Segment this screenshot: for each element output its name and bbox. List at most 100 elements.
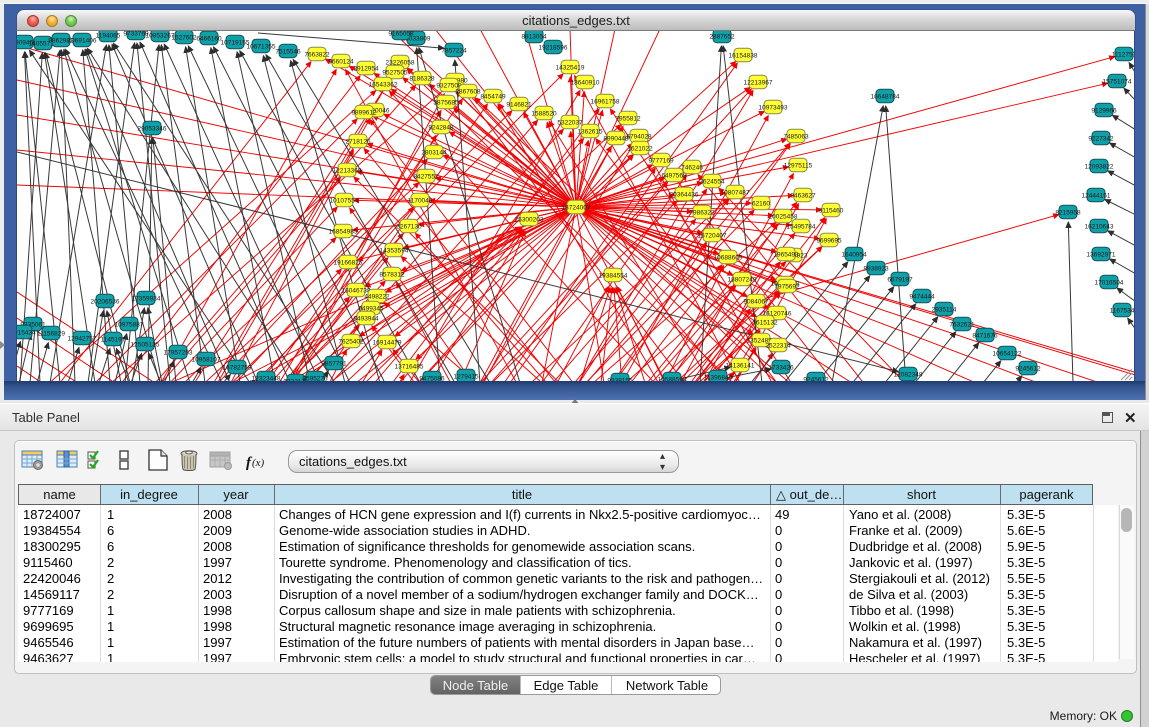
svg-text:11156829: 11156829 xyxy=(37,330,65,337)
svg-text:5322037: 5322037 xyxy=(557,119,583,126)
svg-text:16914479: 16914479 xyxy=(373,339,402,346)
svg-text:12975115: 12975115 xyxy=(784,162,813,169)
svg-text:7955812: 7955812 xyxy=(615,115,641,122)
svg-text:25300203: 25300203 xyxy=(515,216,544,223)
svg-text:19166825: 19166825 xyxy=(334,259,363,266)
svg-text:9165058: 9165058 xyxy=(388,31,414,37)
svg-text:9227342: 9227342 xyxy=(1088,135,1114,142)
svg-text:14325419: 14325419 xyxy=(556,64,585,71)
svg-text:20206536: 20206536 xyxy=(91,298,120,305)
svg-text:7515546: 7515546 xyxy=(275,48,301,55)
svg-text:15751074: 15751074 xyxy=(1103,78,1132,85)
svg-text:8938923: 8938923 xyxy=(863,265,889,272)
svg-text:10107554: 10107554 xyxy=(330,197,359,204)
svg-text:1279415: 1279415 xyxy=(453,373,479,380)
svg-text:9242848: 9242848 xyxy=(428,124,454,131)
svg-text:13716485: 13716485 xyxy=(395,363,424,370)
svg-text:3267130: 3267130 xyxy=(396,223,422,230)
svg-text:9463627: 9463627 xyxy=(790,192,816,199)
svg-text:9660124: 9660124 xyxy=(328,58,354,65)
svg-text:2522314: 2522314 xyxy=(765,342,791,349)
svg-text:7857224: 7857224 xyxy=(441,47,467,54)
svg-text:3624554: 3624554 xyxy=(699,178,725,185)
svg-text:9115460: 9115460 xyxy=(819,207,844,214)
svg-text:8578312: 8578312 xyxy=(379,271,405,278)
svg-text:20691406: 20691406 xyxy=(68,37,97,44)
svg-text:10958107: 10958107 xyxy=(192,356,221,363)
svg-text:7663822: 7663822 xyxy=(304,51,330,58)
svg-text:9699695: 9699695 xyxy=(816,237,842,244)
svg-text:18724007: 18724007 xyxy=(562,204,591,211)
svg-text:1640954: 1640954 xyxy=(841,251,867,258)
svg-text:15495784: 15495784 xyxy=(787,223,816,230)
svg-text:20364436: 20364436 xyxy=(670,191,699,198)
svg-text:10671355: 10671355 xyxy=(247,43,276,50)
svg-text:3875685: 3875685 xyxy=(433,99,459,106)
svg-text:10025458: 10025458 xyxy=(769,213,798,220)
svg-text:8471676: 8471676 xyxy=(972,332,998,339)
svg-text:9899612: 9899612 xyxy=(351,109,377,116)
svg-text:2867608: 2867608 xyxy=(455,88,481,95)
svg-text:12505135: 12505135 xyxy=(131,341,160,348)
svg-text:11396844: 11396844 xyxy=(704,374,733,381)
svg-text:7986322: 7986322 xyxy=(689,209,715,216)
svg-text:7975692: 7975692 xyxy=(774,283,800,290)
svg-text:1621022: 1621022 xyxy=(627,145,653,152)
svg-text:10719155: 10719155 xyxy=(221,39,250,46)
svg-text:17957253: 17957253 xyxy=(164,349,193,356)
svg-text:8215958: 8215958 xyxy=(1055,209,1081,216)
svg-text:10975887: 10975887 xyxy=(115,321,144,328)
svg-text:9146821: 9146821 xyxy=(506,101,532,108)
svg-text:10973493: 10973493 xyxy=(759,104,788,111)
svg-text:3915434: 3915434 xyxy=(17,329,36,336)
svg-text:16543362: 16543362 xyxy=(369,81,398,88)
svg-text:12213369: 12213369 xyxy=(333,167,362,174)
svg-text:6679197: 6679197 xyxy=(887,276,913,283)
svg-text:6497568: 6497568 xyxy=(661,172,687,179)
svg-text:2887652: 2887652 xyxy=(709,33,735,40)
svg-text:18807249: 18807249 xyxy=(728,276,757,283)
svg-text:6466160: 6466160 xyxy=(196,35,222,42)
svg-text:6794028: 6794028 xyxy=(626,133,652,140)
svg-text:1362615: 1362615 xyxy=(577,128,603,135)
svg-text:9084067: 9084067 xyxy=(743,298,769,305)
svg-text:8186328: 8186328 xyxy=(409,75,435,82)
svg-text:2803144: 2803144 xyxy=(421,149,447,156)
svg-text:9245612: 9245612 xyxy=(1015,365,1041,372)
svg-text:9474444: 9474444 xyxy=(909,293,935,300)
svg-text:16648784: 16648784 xyxy=(871,93,900,100)
svg-text:16961758: 16961758 xyxy=(591,98,620,105)
svg-text:2718126: 2718126 xyxy=(345,138,371,145)
svg-text:15720407: 15720407 xyxy=(698,232,727,239)
svg-text:(x): (x) xyxy=(252,457,265,469)
svg-text:16210643: 16210643 xyxy=(1085,223,1114,230)
svg-text:7625402: 7625402 xyxy=(338,338,364,345)
svg-text:8427552: 8427552 xyxy=(413,173,439,180)
svg-text:4498222: 4498222 xyxy=(364,293,390,300)
svg-text:29053346: 29053346 xyxy=(138,125,167,132)
svg-text:1145197: 1145197 xyxy=(101,336,126,343)
svg-text:7485063: 7485063 xyxy=(783,133,809,140)
svg-text:2935114: 2935114 xyxy=(932,306,957,313)
svg-text:14136141: 14136141 xyxy=(726,362,755,369)
svg-text:1167534: 1167534 xyxy=(1110,307,1134,314)
svg-text:8813054: 8813054 xyxy=(521,33,547,40)
svg-text:17016504: 17016504 xyxy=(1095,279,1124,286)
svg-text:10688609: 10688609 xyxy=(714,254,743,261)
svg-text:19384554: 19384554 xyxy=(599,272,628,279)
svg-text:8454749: 8454749 xyxy=(480,93,506,100)
svg-text:19218596: 19218596 xyxy=(539,44,568,51)
svg-text:746246: 746246 xyxy=(681,164,703,171)
svg-text:1194065: 1194065 xyxy=(96,32,121,39)
svg-text:9777169: 9777169 xyxy=(648,157,674,164)
svg-text:62160: 62160 xyxy=(752,200,770,207)
svg-text:10654122: 10654122 xyxy=(993,350,1022,357)
svg-text:9129966: 9129966 xyxy=(1091,107,1117,114)
svg-text:12213967: 12213967 xyxy=(744,79,773,86)
svg-text:10807487: 10807487 xyxy=(721,189,750,196)
svg-text:1733426: 1733426 xyxy=(768,364,794,371)
svg-text:14353594: 14353594 xyxy=(380,247,409,254)
svg-text:17359934: 17359934 xyxy=(132,295,161,302)
svg-text:12093822: 12093822 xyxy=(1085,163,1114,170)
svg-text:13692971: 13692971 xyxy=(1087,251,1116,258)
